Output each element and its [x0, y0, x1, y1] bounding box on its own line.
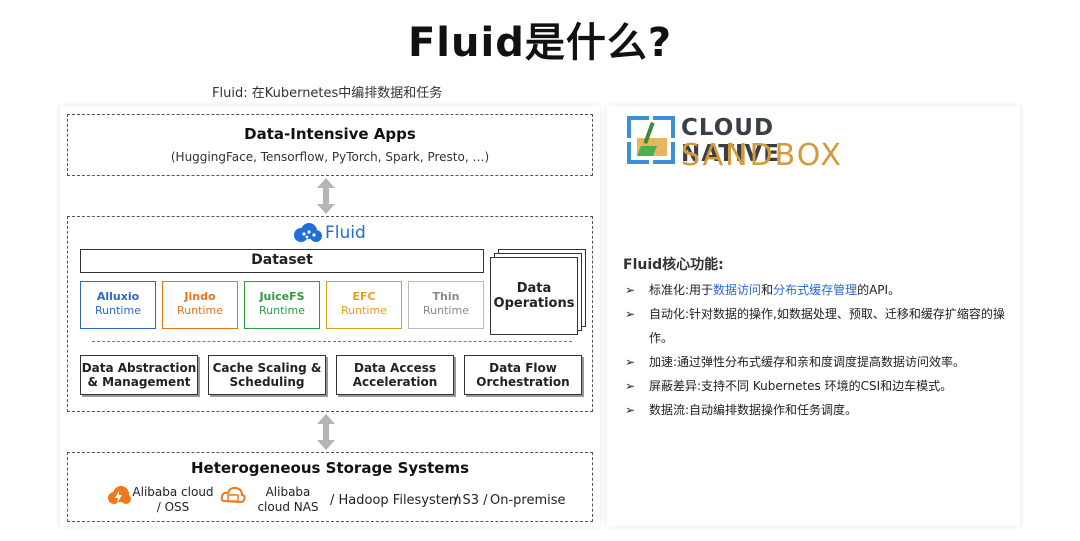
feature-text: 标准化:用于 [649, 283, 714, 297]
runtime-jindo: Jindo Runtime [162, 281, 238, 329]
fluid-system-box: Fluid Dataset Alluxio Runtime Jindo Runt… [67, 216, 593, 412]
runtime-name: Thin [432, 290, 460, 303]
feature-text: 数据流:自动编排数据操作和任务调度。 [649, 403, 858, 417]
bullet-arrow-icon: ➢ [625, 355, 636, 369]
feature-text: 自动化:针对数据的操作,如数据处理、预取、迁移和缓存扩缩容的操作。 [649, 307, 1005, 345]
runtime-name: EFC [352, 290, 376, 303]
data-operations-stack: Data Operations [490, 249, 586, 335]
data-intensive-apps-box: Data-Intensive Apps (HuggingFace, Tensor… [67, 114, 593, 176]
features-panel: CLOUD NATIVE SANDBOX Fluid核心功能: ➢ 标准化:用于… [607, 106, 1020, 526]
page-title: Fluid是什么? [407, 20, 673, 66]
runtime-efc: EFC Runtime [326, 281, 402, 329]
feature-item: ➢ 屏蔽差异:支持不同 Kubernetes 环境的CSI和边车模式。 [623, 374, 1013, 398]
divider [92, 341, 572, 342]
dataset-bar: Dataset [80, 249, 484, 273]
runtime-thin: Thin Runtime [408, 281, 484, 329]
alibaba-cloud-oss-icon [108, 486, 131, 504]
bullet-arrow-icon: ➢ [625, 283, 636, 297]
page-subtitle: Fluid: 在Kubernetes中编排数据和任务 [212, 86, 443, 101]
data-operations-label: Data Operations [493, 281, 575, 311]
capability-cache-scaling: Cache Scaling & Scheduling [208, 355, 326, 395]
storage-nas: Alibaba cloud NAS [257, 485, 319, 514]
runtime-juicefs: JuiceFS Runtime [244, 281, 320, 329]
runtime-sub: Runtime [423, 304, 469, 317]
double-arrow-icon [317, 414, 335, 450]
runtime-name: Jindo [184, 290, 216, 303]
fluid-logo: Fluid [292, 221, 366, 245]
architecture-panel: Data-Intensive Apps (HuggingFace, Tensor… [60, 106, 600, 526]
apps-title: Data-Intensive Apps [244, 125, 416, 143]
bullet-arrow-icon: ➢ [625, 403, 636, 417]
feature-item: ➢ 自动化:针对数据的操作,如数据处理、预取、迁移和缓存扩缩容的操作。 [623, 302, 1013, 350]
cloud-native-sandbox-logo: CLOUD NATIVE SANDBOX [627, 114, 867, 173]
runtime-name: JuiceFS [259, 290, 305, 303]
data-operations-card: Data Operations [490, 257, 578, 335]
features-heading: Fluid核心功能: [623, 257, 724, 273]
feature-text: 的API。 [857, 283, 901, 297]
apps-subtitle: (HuggingFace, Tensorflow, PyTorch, Spark… [170, 150, 490, 164]
alibaba-cloud-nas-icon [220, 486, 246, 504]
runtime-sub: Runtime [259, 304, 305, 317]
fluid-logo-text: Fluid [325, 223, 366, 243]
bullet-arrow-icon: ➢ [625, 307, 636, 321]
feature-text: 加速:通过弹性分布式缓存和亲和度调度提高数据访问效率。 [649, 355, 966, 369]
features-list: ➢ 标准化:用于数据访问和分布式缓存管理的API。 ➢ 自动化:针对数据的操作,… [623, 278, 1013, 422]
storage-oss: Alibaba cloud / OSS [132, 485, 214, 514]
runtime-alluxio: Alluxio Runtime [80, 281, 156, 329]
feature-item: ➢ 加速:通过弹性分布式缓存和亲和度调度提高数据访问效率。 [623, 350, 1013, 374]
fluid-cloud-icon [294, 223, 322, 242]
runtime-name: Alluxio [96, 290, 140, 303]
feature-highlight: 分布式缓存管理 [773, 283, 858, 297]
storage-onpremise: On-premise [490, 493, 566, 508]
cns-line2: SANDBOX [681, 138, 843, 173]
storage-systems-box: Heterogeneous Storage Systems Alibaba cl… [67, 452, 593, 522]
storage-s3: / S3 / [454, 493, 488, 508]
capability-data-abstraction: Data Abstraction & Management [80, 355, 198, 395]
feature-item: ➢ 数据流:自动编排数据操作和任务调度。 [623, 398, 1013, 422]
capability-data-flow: Data Flow Orchestration [464, 355, 582, 395]
feature-text: 屏蔽差异:支持不同 Kubernetes 环境的CSI和边车模式。 [649, 379, 953, 393]
runtime-sub: Runtime [341, 304, 387, 317]
feature-text: 和 [761, 283, 774, 297]
runtime-sub: Runtime [177, 304, 223, 317]
double-arrow-icon [317, 178, 335, 214]
sandbox-logo-icon [627, 116, 675, 164]
feature-highlight: 数据访问 [713, 283, 762, 297]
storage-hadoop: / Hadoop Filesystem [330, 493, 462, 508]
bullet-arrow-icon: ➢ [625, 379, 636, 393]
feature-item: ➢ 标准化:用于数据访问和分布式缓存管理的API。 [623, 278, 1013, 302]
capability-data-access: Data Access Acceleration [336, 355, 454, 395]
storage-title: Heterogeneous Storage Systems [190, 459, 469, 477]
storage-row: Alibaba cloud / OSS Alibaba cloud NAS / … [68, 483, 592, 517]
runtime-sub: Runtime [95, 304, 141, 317]
